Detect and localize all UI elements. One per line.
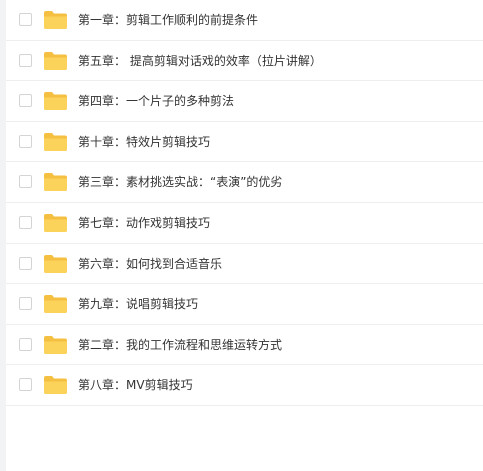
- folder-icon: [44, 11, 67, 29]
- list-item[interactable]: 第七章：动作戏剪辑技巧: [6, 203, 483, 244]
- folder-icon: [44, 51, 67, 70]
- list-item[interactable]: 第十章：特效片剪辑技巧: [6, 122, 483, 163]
- row-checkbox[interactable]: [19, 297, 32, 311]
- folder-icon: [44, 213, 67, 232]
- list-item[interactable]: 第八章：MV剪辑技巧: [6, 365, 483, 406]
- file-name[interactable]: 第四章：一个片子的多种剪法: [78, 92, 234, 110]
- folder-icon: [44, 254, 67, 273]
- file-name[interactable]: 第九章：说唱剪辑技巧: [78, 295, 198, 313]
- folder-icon: [44, 295, 67, 314]
- folder-icon: [44, 376, 67, 395]
- file-name[interactable]: 第三章：素材挑选实战：“表演”的优劣: [78, 173, 282, 191]
- row-checkbox[interactable]: [19, 175, 32, 189]
- folder-icon: [44, 92, 67, 111]
- list-item[interactable]: 第六章：如何找到合适音乐: [6, 244, 483, 285]
- file-name[interactable]: 第一章：剪辑工作顺利的前提条件: [78, 11, 258, 29]
- list-item[interactable]: 第四章：一个片子的多种剪法: [6, 81, 483, 122]
- file-name[interactable]: 第六章：如何找到合适音乐: [78, 255, 222, 273]
- list-item[interactable]: 第一章：剪辑工作顺利的前提条件: [6, 0, 483, 41]
- list-item[interactable]: 第二章：我的工作流程和思维运转方式: [6, 325, 483, 366]
- folder-icon: [44, 173, 67, 192]
- file-list: 第一章：剪辑工作顺利的前提条件 第五章： 提高剪辑对话戏的效率（拉片讲解） 第四…: [6, 0, 483, 406]
- file-name[interactable]: 第十章：特效片剪辑技巧: [78, 133, 210, 151]
- row-checkbox[interactable]: [19, 13, 32, 26]
- row-checkbox[interactable]: [19, 256, 32, 270]
- folder-icon: [44, 335, 67, 354]
- file-name[interactable]: 第七章：动作戏剪辑技巧: [78, 214, 210, 232]
- file-name[interactable]: 第五章： 提高剪辑对话戏的效率（拉片讲解）: [78, 52, 322, 70]
- row-checkbox[interactable]: [19, 337, 32, 351]
- file-name[interactable]: 第二章：我的工作流程和思维运转方式: [78, 336, 282, 354]
- row-checkbox[interactable]: [19, 215, 32, 229]
- file-name[interactable]: 第八章：MV剪辑技巧: [78, 376, 193, 394]
- row-checkbox[interactable]: [19, 53, 32, 67]
- row-checkbox[interactable]: [19, 134, 32, 148]
- list-item[interactable]: 第三章：素材挑选实战：“表演”的优劣: [6, 162, 483, 203]
- folder-icon: [44, 132, 67, 151]
- list-item[interactable]: 第五章： 提高剪辑对话戏的效率（拉片讲解）: [6, 41, 483, 82]
- list-item[interactable]: 第九章：说唱剪辑技巧: [6, 284, 483, 325]
- row-checkbox[interactable]: [19, 94, 32, 108]
- row-checkbox[interactable]: [19, 378, 32, 392]
